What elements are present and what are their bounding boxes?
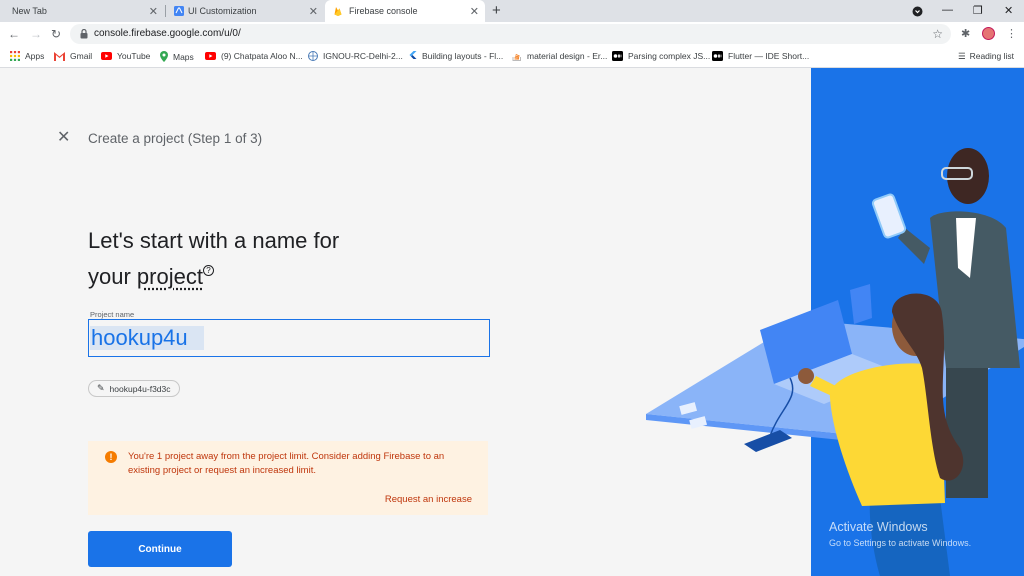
maps-icon [160,51,168,62]
tab-new-tab[interactable]: New Tab ✕ [0,0,164,22]
request-increase-link[interactable]: Request an increase [385,494,472,505]
bookmark-maps[interactable]: Maps [160,51,194,62]
step-title: Create a project (Step 1 of 3) [88,131,263,146]
gmail-icon [54,51,65,61]
help-icon[interactable]: ? [202,265,214,276]
man-head [947,148,989,204]
project-id-text: hookup4u-f3d3c [109,383,171,394]
bookmark-ignou[interactable]: IGNOU-RC-Delhi-2... [308,51,403,61]
heading-line-1: Let's start with a name for [88,228,340,253]
illustration [646,68,1024,576]
pencil-icon: ✎ [97,383,105,393]
woman-hand [798,368,814,384]
bookmark-gmail[interactable]: Gmail [54,51,92,61]
project-name-input[interactable] [89,320,489,356]
heading-project-word: project [136,264,203,289]
youtube-icon [101,52,112,60]
bookmark-label: material design - Er... [527,51,608,61]
profile-avatar[interactable] [982,27,995,40]
bookmark-parsing-json[interactable]: Parsing complex JS... [612,51,710,61]
bookmark-label: Maps [173,51,194,62]
bookmark-label: Apps [25,51,45,61]
heading-prefix: your [88,264,137,289]
close-icon[interactable]: ✕ [57,130,70,146]
project-name-label: Project name [90,310,135,319]
flutter-icon [409,51,417,59]
more-menu-icon[interactable]: ⋮ [1006,27,1017,40]
bookmark-building-layouts[interactable]: Building layouts - Fl... [408,51,503,61]
medium-icon [712,51,723,61]
project-id-chip[interactable]: ✎ hookup4u-f3d3c [88,380,180,397]
bookmark-youtube[interactable]: YouTube [101,51,150,61]
page-heading: Let's start with a name for your project… [88,223,339,295]
bookmark-label: Building layouts - Fl... [422,51,504,61]
docs-icon [174,6,184,16]
bookmark-label: Parsing complex JS... [628,51,711,61]
heading-line-2: your project? [88,259,339,295]
pencil-cup [850,284,872,324]
close-tab-icon[interactable]: ✕ [149,5,158,18]
new-tab-icon[interactable]: + [492,3,501,18]
url-text: console.firebase.google.com/u/0/ [94,28,241,39]
tab-firebase-console[interactable]: Firebase console ✕ [325,0,485,22]
phone-on-desk [744,430,792,452]
globe-icon [308,51,318,61]
bookmark-label: Gmail [70,51,93,61]
warning-icon: ! [105,451,117,463]
medium-icon [612,51,623,61]
project-name-field[interactable] [88,319,490,357]
bookmark-apps[interactable]: Apps [10,51,44,61]
watermark-line-2: Go to Settings to activate Windows. [829,538,972,548]
tab-search-icon[interactable] [912,6,923,17]
warning-text: You're 1 project away from the project l… [128,451,445,476]
firebase-icon [334,7,342,16]
bookmark-chatpata[interactable]: (9) Chatpata Aloo N... [205,51,303,61]
apps-grid-icon [10,51,20,61]
browser-toolbar: ← → ↻ console.firebase.google.com/u/0/ ☆… [0,22,1024,46]
address-bar[interactable]: console.firebase.google.com/u/0/ ☆ [70,24,951,44]
close-window-icon[interactable]: ✕ [1004,4,1013,17]
tab-ui-customization[interactable]: UI Customization ✕ [166,0,324,22]
bookmark-flutter-ide[interactable]: Flutter — IDE Short... [712,51,809,61]
youtube-icon [205,52,216,60]
close-tab-icon[interactable]: ✕ [309,5,318,18]
firebase-create-project-page: ✕ Create a project (Step 1 of 3) Let's s… [0,68,1024,576]
bookmark-label: Flutter — IDE Short... [728,51,810,61]
project-limit-warning: ! You're 1 project away from the project… [88,441,488,515]
maximize-icon[interactable]: ❐ [973,4,983,17]
bookmark-label: (9) Chatpata Aloo N... [221,51,303,61]
bookmarks-bar: Apps Gmail YouTube Maps (9) Chatpata Alo… [0,46,1024,68]
reading-list[interactable]: ☰ Reading list [958,51,1014,62]
reading-list-label: Reading list [969,51,1014,61]
bookmark-star-icon[interactable]: ☆ [932,27,943,41]
back-icon[interactable]: ← [8,27,20,41]
tab-label: Firebase console [349,6,418,16]
minimize-icon[interactable]: — [942,4,953,16]
lock-icon[interactable] [80,29,88,39]
tab-label: New Tab [12,6,47,16]
stackoverflow-icon [512,53,521,61]
reload-icon[interactable]: ↻ [51,27,61,41]
continue-button[interactable]: Continue [88,531,232,567]
bookmark-label: IGNOU-RC-Delhi-2... [323,51,403,61]
tab-strip: New Tab ✕ UI Customization ✕ Firebase co… [0,0,1024,22]
close-tab-icon[interactable]: ✕ [470,5,479,18]
reading-list-icon: ☰ [957,51,966,61]
activate-windows-watermark: Activate Windows Go to Settings to activ… [829,520,971,548]
forward-icon[interactable]: → [30,27,42,41]
watermark-line-1: Activate Windows [829,520,928,534]
tab-label: UI Customization [188,6,257,16]
extensions-icon[interactable]: ✱ [961,27,970,40]
bookmark-label: YouTube [117,51,151,61]
bookmark-material-design[interactable]: material design - Er... [512,51,607,61]
